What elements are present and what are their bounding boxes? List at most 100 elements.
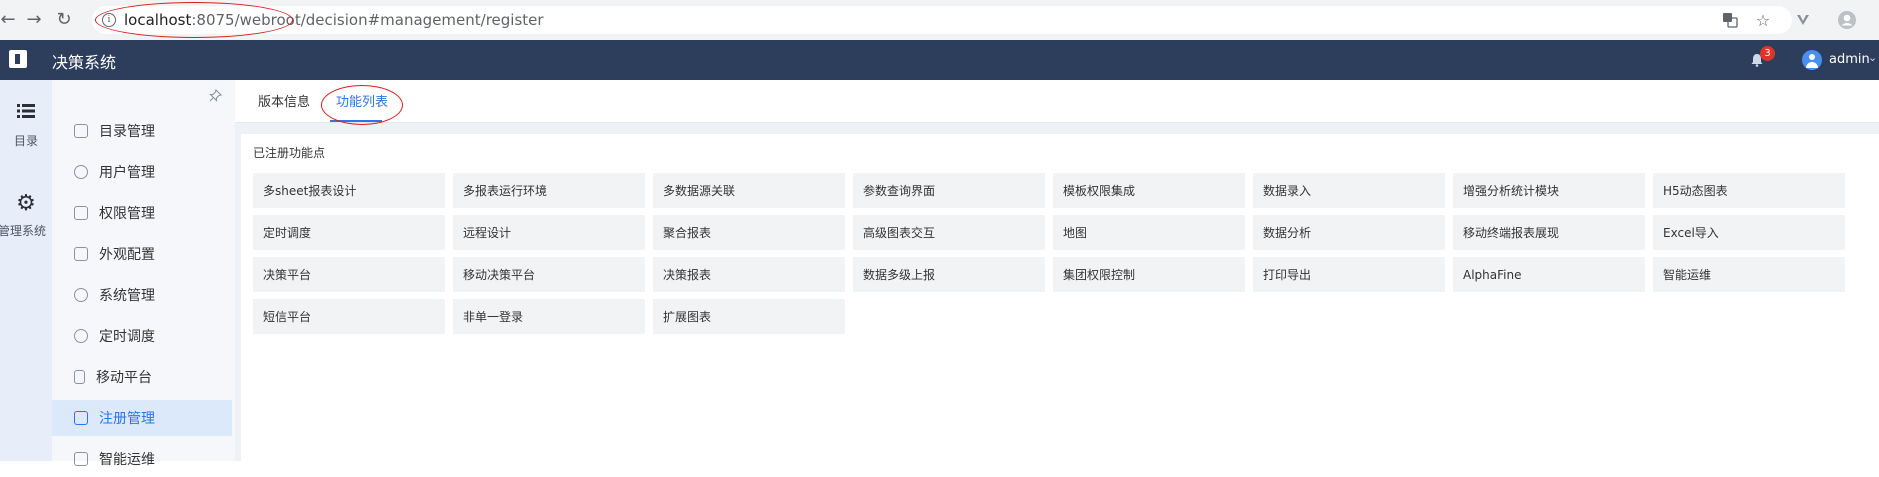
feature-cell: AlphaFine [1453,257,1645,292]
menu-item-permissions[interactable]: 权限管理 [52,195,232,231]
app-header: 决策系统 3 admin ⌄ [0,40,1879,80]
feature-panel: 已注册功能点 多sheet报表设计 多报表运行环境 多数据源关联 参数查询界面 模板权限… [241,134,1879,461]
menu-item-catalog[interactable]: 目录管理 [52,113,232,149]
menu-item-appearance[interactable]: 外观配置 [52,236,232,272]
feature-label: 数据分析 [1263,226,1312,240]
feature-cell: 多数据源关联 [653,173,845,208]
feature-label: 决策平台 [263,268,312,282]
catalog-icon [74,124,88,138]
profile-icon[interactable] [1836,9,1858,31]
address-bar[interactable]: i localhost:8075/webroot/decision#manage… [92,6,1792,34]
feature-cell: 模板权限集成 [1053,173,1245,208]
feature-label: AlphaFine [1463,267,1522,282]
lock-icon [74,206,88,220]
menu-item-ops[interactable]: 智能运维 [52,441,232,477]
rail-item-management[interactable]: ⚙ 管理系统 [0,192,52,239]
feature-cell: 决策平台 [253,257,445,292]
feature-cell: 参数查询界面 [853,173,1045,208]
nav-menu: 目录管理 用户管理 权限管理 外观配置 系统管理 定时调度 移动平台 注册管理 … [52,80,235,468]
back-icon[interactable]: ← [0,8,20,32]
avatar[interactable] [1802,50,1822,70]
feature-cell: 打印导出 [1253,257,1445,292]
feature-cell: 移动终端报表展现 [1453,215,1645,250]
feature-label: 数据录入 [1263,184,1312,198]
user-icon [74,165,88,179]
extension-icon[interactable] [1792,9,1814,31]
feature-label: 智能运维 [1663,268,1712,282]
feature-cell: 定时调度 [253,215,445,250]
feature-label: Excel导入 [1663,226,1719,240]
menu-item-schedule[interactable]: 定时调度 [52,318,232,354]
app-logo [9,50,27,68]
feature-label: 远程设计 [463,226,512,240]
star-icon[interactable]: ☆ [1752,9,1774,31]
tab-bar: 版本信息 功能列表 [235,80,1879,123]
feature-cell: 数据分析 [1253,215,1445,250]
rail-item-catalog[interactable]: 目录 [0,102,52,149]
rail-label: 目录 [13,134,38,148]
menu-item-system[interactable]: 系统管理 [52,277,232,313]
feature-label: 聚合报表 [663,226,712,240]
feature-cell: 非单一登录 [453,299,645,334]
feature-label: 高级图表交互 [863,226,936,240]
panel-title: 已注册功能点 [253,146,326,160]
feature-cell: 短信平台 [253,299,445,334]
url-text[interactable]: localhost:8075/webroot/decision#manageme… [124,11,544,29]
tab-version-info[interactable]: 版本信息 [258,91,310,110]
menu-item-label: 定时调度 [99,329,155,345]
translate-icon[interactable] [1719,9,1741,31]
menu-item-register[interactable]: 注册管理 [52,400,232,436]
app-title: 决策系统 [52,53,117,72]
menu-item-label: 权限管理 [99,206,155,222]
menu-item-label: 系统管理 [99,288,155,304]
chevron-down-icon[interactable]: ⌄ [1868,51,1877,64]
feature-label: 定时调度 [263,226,312,240]
feature-cell: 高级图表交互 [853,215,1045,250]
clock-icon [74,329,88,343]
feature-label: 短信平台 [263,310,312,324]
feature-cell: Excel导入 [1653,215,1845,250]
paint-icon [74,247,88,261]
feature-cell: 决策报表 [653,257,845,292]
feature-cell: 多sheet报表设计 [253,173,445,208]
pin-icon[interactable] [209,88,223,106]
forward-icon[interactable]: → [22,8,46,32]
mobile-icon [74,370,85,384]
feature-cell: 扩展图表 [653,299,845,334]
tab-feature-list[interactable]: 功能列表 [336,91,388,110]
feature-label: 增强分析统计模块 [1463,184,1560,198]
settings-icon [74,288,88,302]
feature-cell: 地图 [1053,215,1245,250]
menu-item-label: 外观配置 [99,247,155,263]
menu-item-label: 移动平台 [96,370,152,386]
menu-item-label: 用户管理 [99,165,155,181]
feature-cell: 数据多级上报 [853,257,1045,292]
menu-item-label: 目录管理 [99,124,155,140]
feature-label: 决策报表 [663,268,712,282]
feature-label: 地图 [1063,226,1088,240]
feature-label: 移动终端报表展现 [1463,226,1560,240]
feature-label: 扩展图表 [663,310,712,324]
feature-cell: 集团权限控制 [1053,257,1245,292]
feature-label: 模板权限集成 [1063,184,1136,198]
browser-toolbar: ← → ↻ i localhost:8075/webroot/decision#… [0,0,1879,41]
active-tab-indicator [330,120,382,122]
feature-label: 多报表运行环境 [463,184,548,198]
register-icon [74,411,88,425]
feature-cell: 数据录入 [1253,173,1445,208]
menu-item-users[interactable]: 用户管理 [52,154,232,190]
feature-cell: 移动决策平台 [453,257,645,292]
rail-label: 管理系统 [0,224,46,238]
feature-label: 参数查询界面 [863,184,936,198]
feature-cell: 远程设计 [453,215,645,250]
main-content: 版本信息 功能列表 已注册功能点 多sheet报表设计 多报表运行环境 多数据源关联… [235,80,1879,461]
gear-icon: ⚙ [16,191,36,216]
menu-item-mobile[interactable]: 移动平台 [52,359,232,395]
feature-label: H5动态图表 [1663,184,1728,198]
info-icon[interactable]: i [102,13,116,27]
notification-badge[interactable]: 3 [1760,46,1775,61]
feature-label: 打印导出 [1263,268,1312,282]
user-name[interactable]: admin [1829,52,1870,67]
reload-icon[interactable]: ↻ [52,8,76,32]
list-icon [0,102,52,126]
